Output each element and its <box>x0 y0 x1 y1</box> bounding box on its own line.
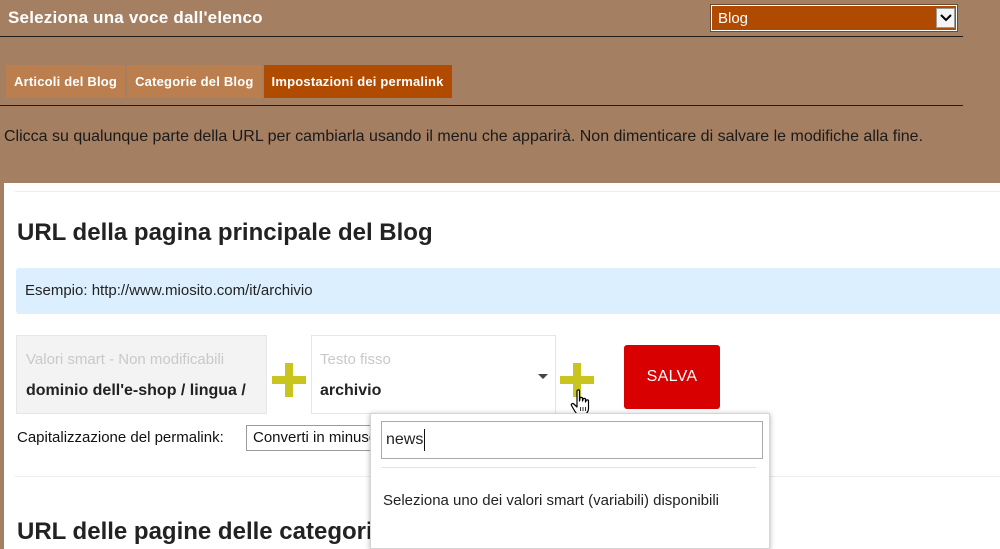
fixed-text-value: archivio <box>320 382 382 399</box>
capitalization-value: Converti in minuscolo <box>253 429 376 446</box>
fixed-text-placeholder: Testo fisso <box>320 351 391 368</box>
fixed-text-select[interactable]: Testo fisso archivio <box>311 335 556 414</box>
fixed-text-dropdown: news Seleziona uno dei valori smart (var… <box>370 413 770 549</box>
chevron-down-icon[interactable] <box>936 8 955 28</box>
divider <box>381 467 756 468</box>
example-url: Esempio: http://www.miosito.com/it/archi… <box>25 282 313 299</box>
tab-bar: Articoli del Blog Categorie del Blog Imp… <box>6 65 452 98</box>
save-button[interactable]: SALVA <box>624 345 720 409</box>
instructions-text: Clicca su qualunque parte della URL per … <box>4 128 924 145</box>
text-cursor <box>424 429 425 451</box>
example-box: Esempio: http://www.miosito.com/it/archi… <box>16 268 1000 314</box>
tab-divider <box>0 105 963 106</box>
section-select[interactable]: Blog <box>711 5 957 31</box>
section-title: URL della pagina principale del Blog <box>17 219 433 246</box>
dropdown-message: Seleziona uno dei valori smart (variabil… <box>383 492 719 509</box>
caret-down-icon[interactable] <box>538 374 548 379</box>
smart-values-box: Valori smart - Non modificabili dominio … <box>16 335 267 414</box>
capitalization-select[interactable]: Converti in minuscolo <box>246 425 376 451</box>
page-title: Seleziona una voce dall'elenco <box>8 8 263 27</box>
divider <box>15 191 1000 192</box>
tab-blog-categories[interactable]: Categorie del Blog <box>127 65 262 98</box>
categories-section-title: URL delle pagine delle categorie <box>17 518 371 545</box>
smart-values-value: dominio dell'e-shop / lingua / <box>26 382 246 399</box>
capitalization-label: Capitalizzazione del permalink: <box>17 429 224 446</box>
top-bar: Seleziona una voce dall'elenco Blog <box>0 0 963 37</box>
tab-blog-articles[interactable]: Articoli del Blog <box>6 65 126 98</box>
section-select-value: Blog <box>718 10 749 27</box>
smart-values-placeholder: Valori smart - Non modificabili <box>26 351 225 368</box>
dropdown-search-input[interactable]: news <box>381 421 763 459</box>
plus-icon <box>272 363 306 397</box>
tab-permalink-settings[interactable]: Impostazioni dei permalink <box>263 65 452 98</box>
dropdown-search-value: news <box>386 431 424 448</box>
